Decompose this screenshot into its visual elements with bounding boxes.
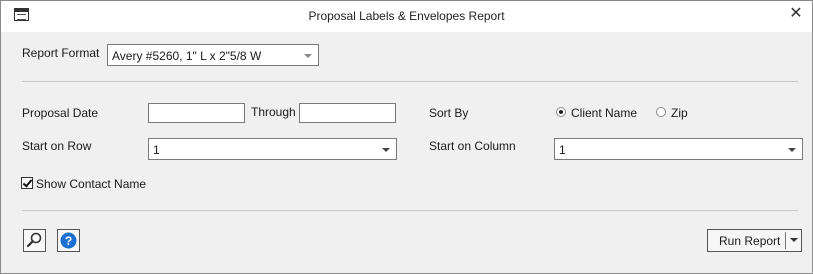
show-contact-name-label[interactable]: Show Contact Name xyxy=(36,177,146,191)
window-title: Proposal Labels & Envelopes Report xyxy=(308,9,505,23)
start-on-column-select[interactable]: 1 xyxy=(554,138,803,160)
start-on-row-label: Start on Row xyxy=(22,139,92,153)
sort-client-name-label[interactable]: Client Name xyxy=(571,106,637,120)
chevron-down-icon xyxy=(382,148,390,152)
help-icon: ? xyxy=(60,232,77,249)
proposal-date-label: Proposal Date xyxy=(22,106,99,120)
chevron-down-icon xyxy=(788,148,796,152)
run-report-button[interactable]: Run Report xyxy=(707,229,802,252)
separator xyxy=(22,81,798,82)
run-report-label: Run Report xyxy=(719,234,781,248)
close-icon[interactable]: ✕ xyxy=(786,4,806,24)
start-on-row-select[interactable]: 1 xyxy=(148,138,397,160)
title-bar: Proposal Labels & Envelopes Report ✕ xyxy=(1,1,812,32)
through-label: Through xyxy=(251,105,296,119)
start-on-column-label: Start on Column xyxy=(429,139,516,153)
separator xyxy=(22,210,798,211)
report-format-label: Report Format xyxy=(22,46,100,60)
sort-zip-label[interactable]: Zip xyxy=(671,106,688,120)
chevron-down-icon xyxy=(304,54,312,58)
start-on-column-value: 1 xyxy=(559,143,566,157)
preview-button[interactable] xyxy=(23,229,46,252)
proposal-date-from-input[interactable] xyxy=(148,103,245,123)
report-format-value: Avery #5260, 1" L x 2"5/8 W xyxy=(112,49,262,63)
report-format-select[interactable]: Avery #5260, 1" L x 2"5/8 W xyxy=(107,44,319,66)
magnifier-icon xyxy=(26,232,42,248)
help-button[interactable]: ? xyxy=(57,229,80,252)
dialog-window: Proposal Labels & Envelopes Report ✕ Rep… xyxy=(0,0,813,274)
proposal-date-through-input[interactable] xyxy=(299,103,396,123)
start-on-row-value: 1 xyxy=(153,143,160,157)
sort-zip-radio[interactable] xyxy=(656,107,666,117)
sort-client-name-radio[interactable] xyxy=(556,107,566,117)
show-contact-name-checkbox[interactable] xyxy=(21,177,33,189)
sort-by-label: Sort By xyxy=(429,106,469,120)
svg-text:?: ? xyxy=(65,234,72,248)
run-report-dropdown-icon[interactable] xyxy=(786,230,801,251)
